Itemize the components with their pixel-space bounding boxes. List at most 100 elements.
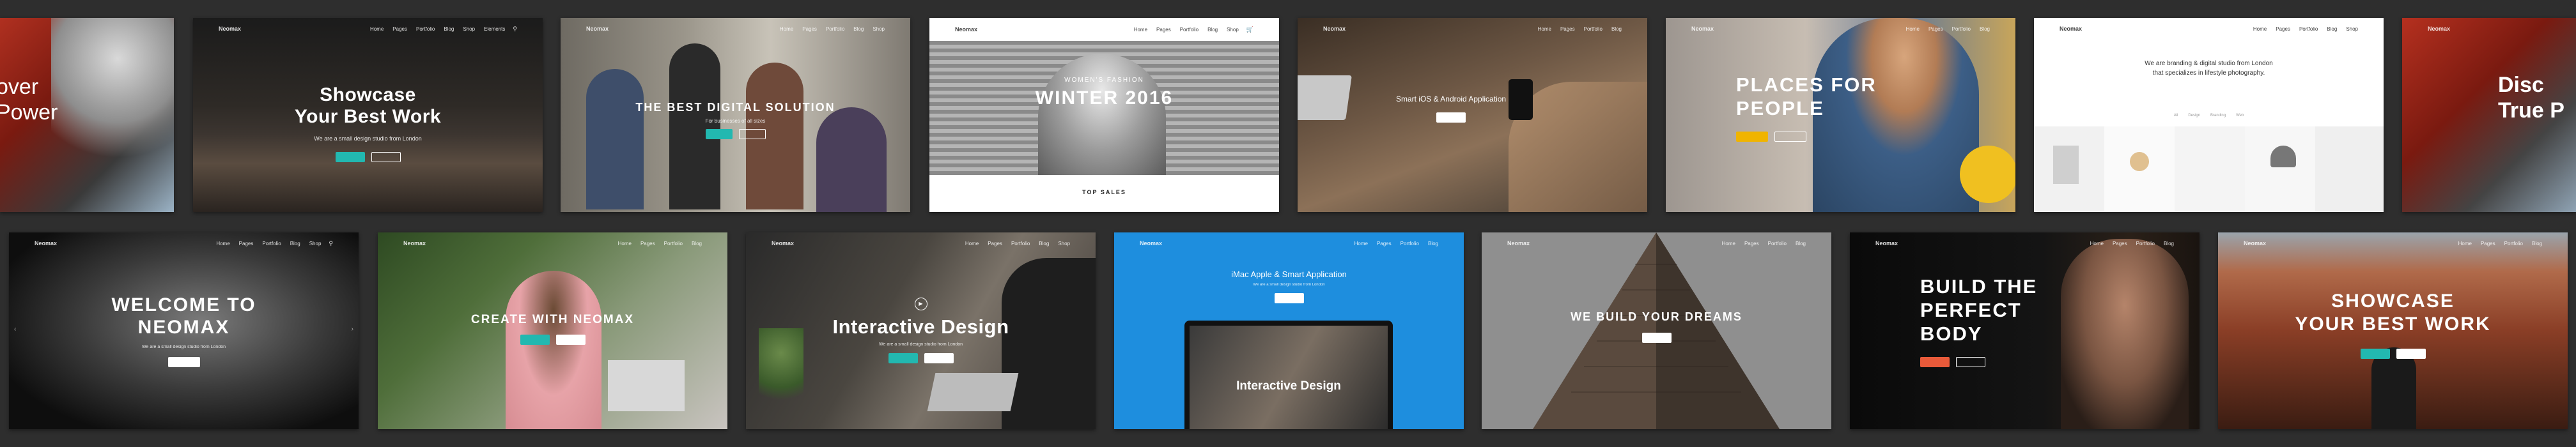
nav-item-pages[interactable]: Pages [640,241,655,246]
nav-item-shop[interactable]: Shop [2346,26,2358,32]
portfolio-item[interactable] [2315,126,2384,212]
brand-logo[interactable]: Neomax [2060,26,2082,32]
nav-item-blog[interactable]: Blog [2532,241,2542,246]
nav-item-pages[interactable]: Pages [1744,241,1759,246]
secondary-button[interactable] [738,129,766,139]
primary-button[interactable] [1736,132,1768,142]
nav-item-blog[interactable]: Blog [692,241,702,246]
nav-item-home[interactable]: Home [780,26,793,32]
nav-item-pages[interactable]: Pages [2481,241,2495,246]
nav-item-pages[interactable]: Pages [1377,241,1392,246]
demo-thumbnail-app[interactable]: Neomax Home Pages Portfolio Blog Smart i… [1298,18,1647,212]
demo-thumbnail-fashion[interactable]: Neomax Home Pages Portfolio Blog Shop 🛒 … [929,18,1279,212]
demo-thumbnail-imac[interactable]: Neomax Home Pages Portfolio Blog iMac Ap… [1114,232,1464,429]
nav-item-portfolio[interactable]: Portfolio [2299,26,2318,32]
nav-item-home[interactable]: Home [618,241,632,246]
nav-item-portfolio[interactable]: Portfolio [1401,241,1419,246]
brand-logo[interactable]: Neomax [2244,240,2266,246]
brand-logo[interactable]: Neomax [35,240,57,246]
demo-thumbnail-fitness[interactable]: Neomax Home Pages Portfolio Blog BUILD T… [1850,232,2200,429]
primary-button[interactable] [1641,333,1672,343]
search-icon[interactable]: ⚲ [329,240,333,247]
nav-item-shop[interactable]: Shop [1227,27,1239,33]
nav-item-portfolio[interactable]: Portfolio [262,241,281,246]
primary-button[interactable] [705,129,733,139]
nav-item-blog[interactable]: Blog [2327,26,2337,32]
nav-item-portfolio[interactable]: Portfolio [1584,26,1602,32]
nav-item-pages[interactable]: Pages [1560,26,1575,32]
nav-item-home[interactable]: Home [2253,26,2267,32]
demo-thumbnail-canyon[interactable]: Neomax Home Pages Portfolio Blog SHOWCAS… [2218,232,2568,429]
nav-item-portfolio[interactable]: Portfolio [1952,26,1971,32]
cart-icon[interactable]: 🛒 [1246,26,1253,33]
primary-button[interactable] [335,152,365,162]
primary-button[interactable] [1436,112,1466,123]
nav-item-blog[interactable]: Blog [2164,241,2174,246]
secondary-button[interactable] [2396,349,2426,359]
nav-item-portfolio[interactable]: Portfolio [416,26,435,32]
filter-design[interactable]: Design [2188,114,2200,117]
brand-logo[interactable]: Neomax [1140,240,1162,246]
demo-thumbnail-showcase[interactable]: Neomax Home Pages Portfolio Blog Shop El… [193,18,543,212]
nav-item-home[interactable]: Home [2458,241,2472,246]
demo-thumbnail-interactive[interactable]: Neomax Home Pages Portfolio Blog Shop ▶ … [746,232,1096,429]
brand-logo[interactable]: Neomax [1875,240,1898,246]
nav-item-pages[interactable]: Pages [239,241,254,246]
demo-thumbnail-power[interactable]: over Power [0,18,174,212]
brand-logo[interactable]: Neomax [219,26,241,32]
nav-item-home[interactable]: Home [965,241,979,246]
nav-item-blog[interactable]: Blog [1796,241,1806,246]
portfolio-item[interactable] [2245,126,2315,212]
filter-all[interactable]: All [2174,114,2178,117]
portfolio-item[interactable] [2104,126,2175,212]
secondary-button[interactable] [555,335,586,345]
primary-button[interactable] [1920,357,1950,367]
brand-logo[interactable]: Neomax [772,240,794,246]
brand-logo[interactable]: Neomax [2428,26,2450,32]
nav-item-pages[interactable]: Pages [2113,241,2127,246]
primary-button[interactable] [888,353,918,363]
nav-item-shop[interactable]: Shop [1058,241,1070,246]
portfolio-item[interactable] [2175,126,2245,212]
demo-thumbnail-places[interactable]: Neomax Home Pages Portfolio Blog PLACES … [1666,18,2015,212]
nav-item-home[interactable]: Home [1134,27,1147,33]
nav-item-portfolio[interactable]: Portfolio [1011,241,1030,246]
nav-item-blog[interactable]: Blog [1207,27,1218,33]
nav-item-blog[interactable]: Blog [1039,241,1049,246]
nav-item-elements[interactable]: Elements [484,26,505,32]
nav-item-shop[interactable]: Shop [463,26,475,32]
nav-item-home[interactable]: Home [1354,241,1368,246]
demo-thumbnail-digital-solution[interactable]: Neomax Home Pages Portfolio Blog Shop TH… [561,18,910,212]
demo-thumbnail-architecture[interactable]: Neomax Home Pages Portfolio Blog WE BUIL… [1482,232,1831,429]
nav-item-home[interactable]: Home [1538,26,1551,32]
play-icon[interactable]: ▶ [914,298,927,310]
demo-thumbnail-welcome[interactable]: Neomax Home Pages Portfolio Blog Shop ⚲ … [9,232,359,429]
secondary-button[interactable] [1774,132,1806,142]
primary-button[interactable] [520,335,550,345]
brand-logo[interactable]: Neomax [1507,240,1530,246]
portfolio-item[interactable] [2034,126,2104,212]
filter-branding[interactable]: Branding [2210,114,2226,117]
nav-item-home[interactable]: Home [2090,241,2104,246]
nav-item-home[interactable]: Home [370,26,384,32]
nav-item-blog[interactable]: Blog [1428,241,1438,246]
nav-item-portfolio[interactable]: Portfolio [2136,241,2155,246]
nav-item-portfolio[interactable]: Portfolio [2504,241,2523,246]
nav-item-pages[interactable]: Pages [802,26,817,32]
brand-logo[interactable]: Neomax [1691,26,1714,32]
nav-item-portfolio[interactable]: Portfolio [1768,241,1787,246]
nav-item-pages[interactable]: Pages [2276,26,2290,32]
secondary-button[interactable] [371,152,401,162]
nav-item-blog[interactable]: Blog [1611,26,1622,32]
nav-item-home[interactable]: Home [1722,241,1735,246]
nav-item-blog[interactable]: Blog [853,26,864,32]
nav-item-pages[interactable]: Pages [988,241,1002,246]
nav-item-portfolio[interactable]: Portfolio [826,26,844,32]
nav-item-home[interactable]: Home [1906,26,1920,32]
demo-thumbnail-create[interactable]: Neomax Home Pages Portfolio Blog CREATE … [378,232,727,429]
demo-thumbnail-discover[interactable]: Neomax Disc True P [2402,18,2576,212]
search-icon[interactable]: ⚲ [513,26,517,33]
nav-item-shop[interactable]: Shop [309,241,322,246]
filter-web[interactable]: Web [2236,114,2244,117]
nav-item-portfolio[interactable]: Portfolio [1180,27,1199,33]
